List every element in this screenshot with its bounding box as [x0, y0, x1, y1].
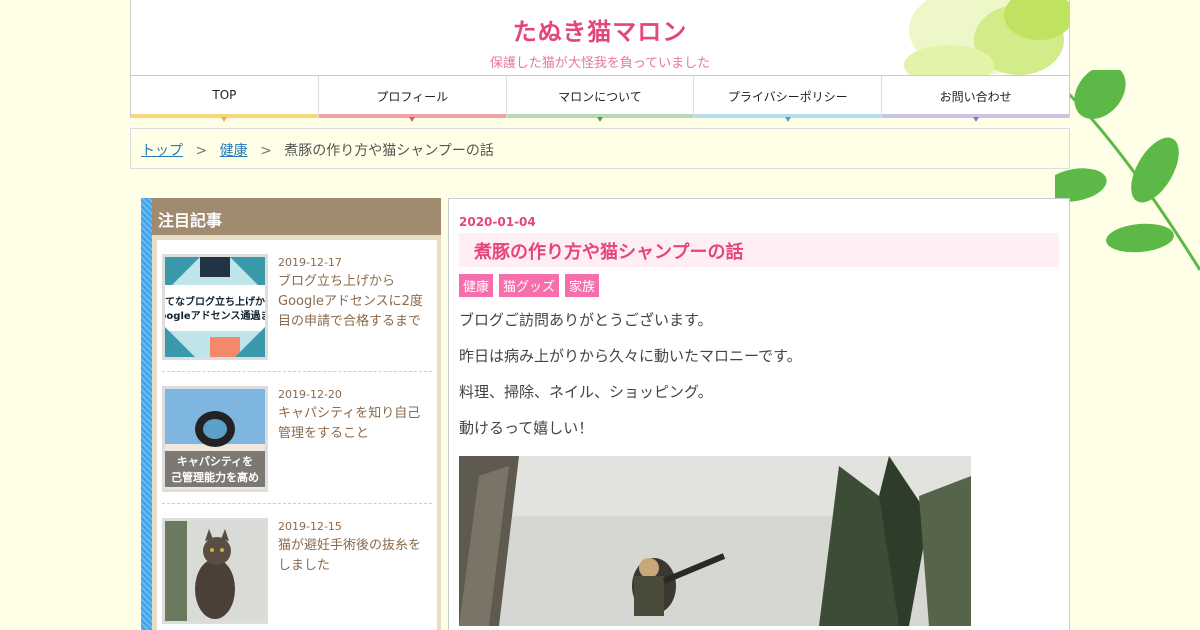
post-image [459, 456, 971, 626]
post-tags: 健康 猫グッズ 家族 [459, 274, 1059, 297]
breadcrumb-current: 煮豚の作り方や猫シャンプーの話 [284, 143, 494, 159]
article-thumbnail[interactable] [162, 518, 268, 624]
global-nav: TOP プロフィール マロンについて プライバシーポリシー お問い合わせ [130, 76, 1070, 122]
list-item[interactable]: 2019-12-15 猫が避妊手術後の抜糸をしました [162, 504, 432, 630]
nav-label: お問い合わせ [939, 90, 1012, 104]
tag-link[interactable]: 猫グッズ [499, 274, 560, 297]
list-item[interactable]: てなブログ立ち上げか oogleアドセンス通過ま 2019-12-17 ブログ立… [162, 240, 432, 372]
list-item[interactable]: キャパシティを 己管理能力を高め 2019-12-20 キャパシティを知り自己管… [162, 372, 432, 504]
article-thumbnail[interactable]: てなブログ立ち上げか oogleアドセンス通過ま [162, 254, 268, 360]
sidebar-featured: 注目記事 てなブログ立ち上げか oogleアドセンス通過ま 2019-12-17… [141, 198, 441, 630]
featured-list: てなブログ立ち上げか oogleアドセンス通過ま 2019-12-17 ブログ立… [157, 240, 437, 630]
breadcrumb-separator: > [195, 143, 208, 159]
breadcrumb-separator: > [260, 143, 272, 159]
photo-hiker-forest [459, 456, 971, 626]
article-date: 2019-12-20 [278, 388, 342, 401]
nav-item-top[interactable]: TOP [131, 76, 319, 122]
site-title[interactable]: たぬき猫マロン [131, 12, 1069, 47]
breadcrumb-home-link[interactable]: トップ [141, 143, 183, 159]
thumbnail-image: キャパシティを 己管理能力を高め [165, 389, 265, 489]
article-title-link[interactable]: 猫が避妊手術後の抜糸をしました [278, 536, 424, 576]
article-title-link[interactable]: ブログ立ち上げからGoogleアドセンスに2度目の申請で合格するまで [278, 272, 424, 332]
breadcrumb-category-link[interactable]: 健康 [220, 143, 248, 159]
post-paragraph: 動けるって嬉しい！ [459, 419, 594, 437]
nav-label: マロンについて [558, 90, 642, 104]
post-paragraph: 昨日は病み上がりから久々に動いたマロニーです。 [459, 347, 802, 365]
post-date: 2020-01-04 [459, 215, 536, 229]
article-title-link[interactable]: キャパシティを知り自己管理をすること [278, 404, 424, 444]
nav-item-privacy-policy[interactable]: プライバシーポリシー [694, 76, 883, 122]
article-thumbnail[interactable]: キャパシティを 己管理能力を高め [162, 386, 268, 492]
tag-link[interactable]: 家族 [565, 274, 600, 297]
nav-label: TOP [212, 88, 237, 102]
thumb-text: oogleアドセンス通過ま [165, 309, 265, 322]
tag-link[interactable]: 健康 [459, 274, 494, 297]
thumbnail-image: てなブログ立ち上げか oogleアドセンス通過ま [165, 257, 265, 357]
article-main: 2020-01-04 煮豚の作り方や猫シャンプーの話 健康 猫グッズ 家族 ブロ… [448, 198, 1070, 630]
nav-label: プロフィール [376, 90, 449, 104]
thumb-text: てなブログ立ち上げか [165, 295, 265, 308]
leaf-decoration [1055, 70, 1200, 271]
nav-label: プライバシーポリシー [727, 90, 848, 104]
site-header: たぬき猫マロン 保護した猫が大怪我を負っていました [130, 0, 1070, 76]
post-title: 煮豚の作り方や猫シャンプーの話 [459, 233, 1059, 267]
breadcrumb: トップ > 健康 > 煮豚の作り方や猫シャンプーの話 [130, 128, 1070, 169]
thumb-text: 己管理能力を高め [171, 470, 259, 484]
article-date: 2019-12-15 [278, 520, 342, 533]
post-paragraph: ブログご訪問ありがとうございます。 [459, 311, 713, 329]
thumbnail-image [165, 521, 265, 621]
thumb-text: キャパシティを [177, 455, 253, 468]
sidebar-heading: 注目記事 [152, 198, 441, 235]
article-date: 2019-12-17 [278, 256, 342, 269]
nav-item-contact[interactable]: お問い合わせ [882, 76, 1069, 122]
site-description: 保護した猫が大怪我を負っていました [489, 56, 711, 71]
post-paragraph: 料理、掃除、ネイル、ショッピング。 [459, 383, 713, 401]
nav-item-profile[interactable]: プロフィール [318, 76, 507, 122]
nav-item-about-maron[interactable]: マロンについて [506, 76, 695, 122]
